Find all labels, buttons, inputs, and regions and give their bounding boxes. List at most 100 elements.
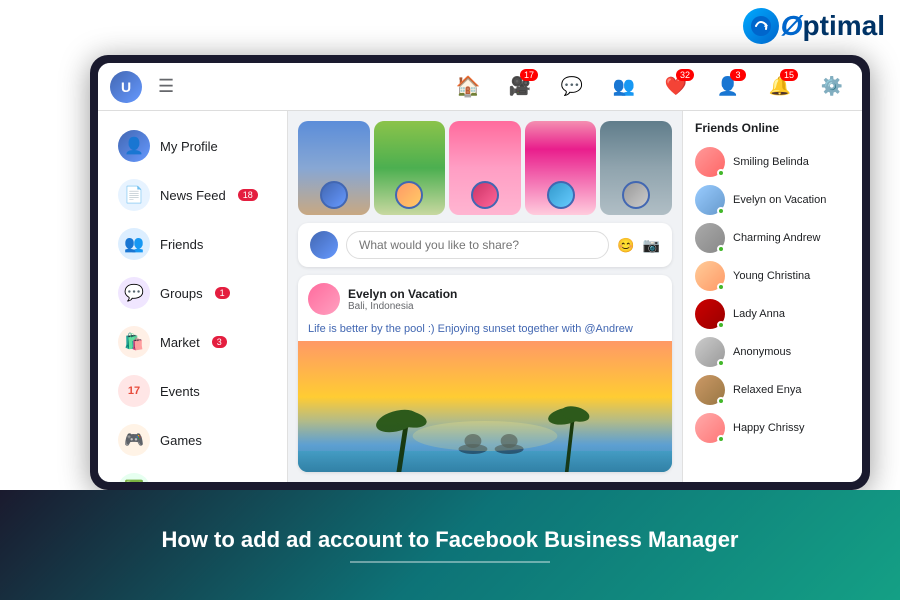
friend-item-christina[interactable]: Young Christina [691, 257, 854, 295]
friend-avatar-chrissy [695, 413, 725, 443]
sidebar-item-games[interactable]: 🎮 Games [102, 416, 283, 464]
home-nav-icon[interactable]: 🏠 [450, 69, 486, 105]
sidebar-label-groups: Groups [160, 286, 203, 301]
online-dot-anon [717, 359, 725, 367]
online-dot-anna [717, 321, 725, 329]
fb-feed: 😊 📷 Evelyn on Vacation Bali, Indonesia [288, 111, 682, 482]
sidebar-label-events: Events [160, 384, 200, 399]
story-avatar-5 [622, 181, 650, 209]
groups-badge: 1 [215, 287, 230, 299]
friend-name-anon: Anonymous [733, 346, 791, 358]
friend-name-enya: Relaxed Enya [733, 384, 802, 396]
friend-name-christina: Young Christina [733, 270, 810, 282]
friend-name-charming: Charming Andrew [733, 232, 820, 244]
friend-item-chrissy[interactable]: Happy Chrissy [691, 409, 854, 447]
groups-icon: 💬 [118, 277, 150, 309]
friend-name-evelyn: Evelyn on Vacation [733, 194, 826, 206]
bell-badge: 15 [780, 69, 798, 81]
post-user-info: Evelyn on Vacation Bali, Indonesia [348, 287, 457, 312]
friend-name-anna: Lady Anna [733, 308, 785, 320]
sidebar-item-friends[interactable]: 👥 Friends [102, 220, 283, 268]
video-nav-icon[interactable]: 🎥 17 [502, 69, 538, 105]
user-avatar[interactable]: U [110, 71, 142, 103]
bookmarks-icon: ✅ [118, 473, 150, 482]
market-badge: 3 [212, 336, 227, 348]
friend-avatar-enya [695, 375, 725, 405]
bell-nav-icon[interactable]: 🔔 15 [762, 69, 798, 105]
online-dot-evelyn [717, 207, 725, 215]
people-nav-icon[interactable]: 👤 3 [710, 69, 746, 105]
sidebar-item-profile[interactable]: 👤 My Profile [102, 122, 283, 170]
sidebar-label-games: Games [160, 433, 202, 448]
sidebar-label-friends: Friends [160, 237, 203, 252]
menu-icon[interactable]: ☰ [158, 76, 174, 97]
friend-avatar-christina [695, 261, 725, 291]
stories-row [298, 121, 672, 215]
profile-avatar-icon: 👤 [118, 130, 150, 162]
story-avatar-2 [395, 181, 423, 209]
post-username: Evelyn on Vacation [348, 287, 457, 301]
online-dot-christina [717, 283, 725, 291]
post-user-avatar [308, 283, 340, 315]
events-icon: 17 [118, 375, 150, 407]
post-image [298, 341, 672, 472]
friend-item-anna[interactable]: Lady Anna [691, 295, 854, 333]
friend-avatar-evelyn [695, 185, 725, 215]
logo-text: Øptimal [781, 10, 885, 42]
post-input[interactable] [346, 231, 609, 259]
online-dot-belinda [717, 169, 725, 177]
post-compose-box: 😊 📷 [298, 223, 672, 267]
post-icons: 😊 📷 [617, 237, 660, 254]
friend-item-enya[interactable]: Relaxed Enya [691, 371, 854, 409]
friend-item-evelyn[interactable]: Evelyn on Vacation [691, 181, 854, 219]
heart-badge: 32 [676, 69, 694, 81]
bottom-banner-text: How to add ad account to Facebook Busine… [142, 527, 759, 553]
friend-avatar-anon [695, 337, 725, 367]
heart-nav-icon[interactable]: ❤️ 32 [658, 69, 694, 105]
post-header: Evelyn on Vacation Bali, Indonesia [298, 275, 672, 323]
market-icon: 🛍️ [118, 326, 150, 358]
friend-item-belinda[interactable]: Smiling Belinda [691, 143, 854, 181]
story-card-3[interactable] [449, 121, 521, 215]
online-dot-charming [717, 245, 725, 253]
message-nav-icon[interactable]: 💬 [554, 69, 590, 105]
friend-item-anon[interactable]: Anonymous [691, 333, 854, 371]
video-badge: 17 [520, 69, 538, 81]
story-card-2[interactable] [374, 121, 446, 215]
sidebar-item-bookmarks[interactable]: ✅ Bookmarks [102, 465, 283, 482]
people-badge: 3 [730, 69, 746, 81]
post-location: Bali, Indonesia [348, 301, 457, 312]
compose-avatar [310, 231, 338, 259]
sidebar-label-bookmarks: Bookmarks [160, 482, 225, 483]
fb-right-panel: Friends Online Smiling Belinda Evelyn on… [682, 111, 862, 482]
photo-icon[interactable]: 📷 [643, 237, 660, 254]
friends-online-title: Friends Online [691, 121, 854, 135]
bottom-banner-line [350, 561, 550, 563]
friends-nav-icon[interactable]: 👥 [606, 69, 642, 105]
post-mention[interactable]: @Andrew [584, 323, 632, 335]
story-card-5[interactable] [600, 121, 672, 215]
sidebar-label-news-feed: News Feed [160, 188, 226, 203]
emoji-icon[interactable]: 😊 [617, 237, 634, 254]
fb-sidebar: 👤 My Profile 📄 News Feed 18 👥 Friends 💬 [98, 111, 288, 482]
tablet-inner: U ☰ 🏠 🎥 17 💬 👥 ❤️ 32 👤 3 [98, 63, 862, 482]
online-dot-enya [717, 397, 725, 405]
post-image-overlay [298, 421, 672, 472]
sidebar-label-profile: My Profile [160, 139, 218, 154]
post-text: Life is better by the pool :) Enjoying s… [298, 323, 672, 341]
sidebar-item-market[interactable]: 🛍️ Market 3 [102, 318, 283, 366]
friend-name-chrissy: Happy Chrissy [733, 422, 805, 434]
story-card-4[interactable] [525, 121, 597, 215]
friend-avatar-charming [695, 223, 725, 253]
sidebar-item-news-feed[interactable]: 📄 News Feed 18 [102, 171, 283, 219]
sidebar-item-events[interactable]: 17 Events [102, 367, 283, 415]
news-feed-badge: 18 [238, 189, 258, 201]
friend-avatar-anna [695, 299, 725, 329]
sidebar-item-groups[interactable]: 💬 Groups 1 [102, 269, 283, 317]
friend-item-charming[interactable]: Charming Andrew [691, 219, 854, 257]
story-card-1[interactable] [298, 121, 370, 215]
logo-icon [743, 8, 779, 44]
sidebar-label-market: Market [160, 335, 200, 350]
settings-nav-icon[interactable]: ⚙️ [814, 69, 850, 105]
online-dot-chrissy [717, 435, 725, 443]
